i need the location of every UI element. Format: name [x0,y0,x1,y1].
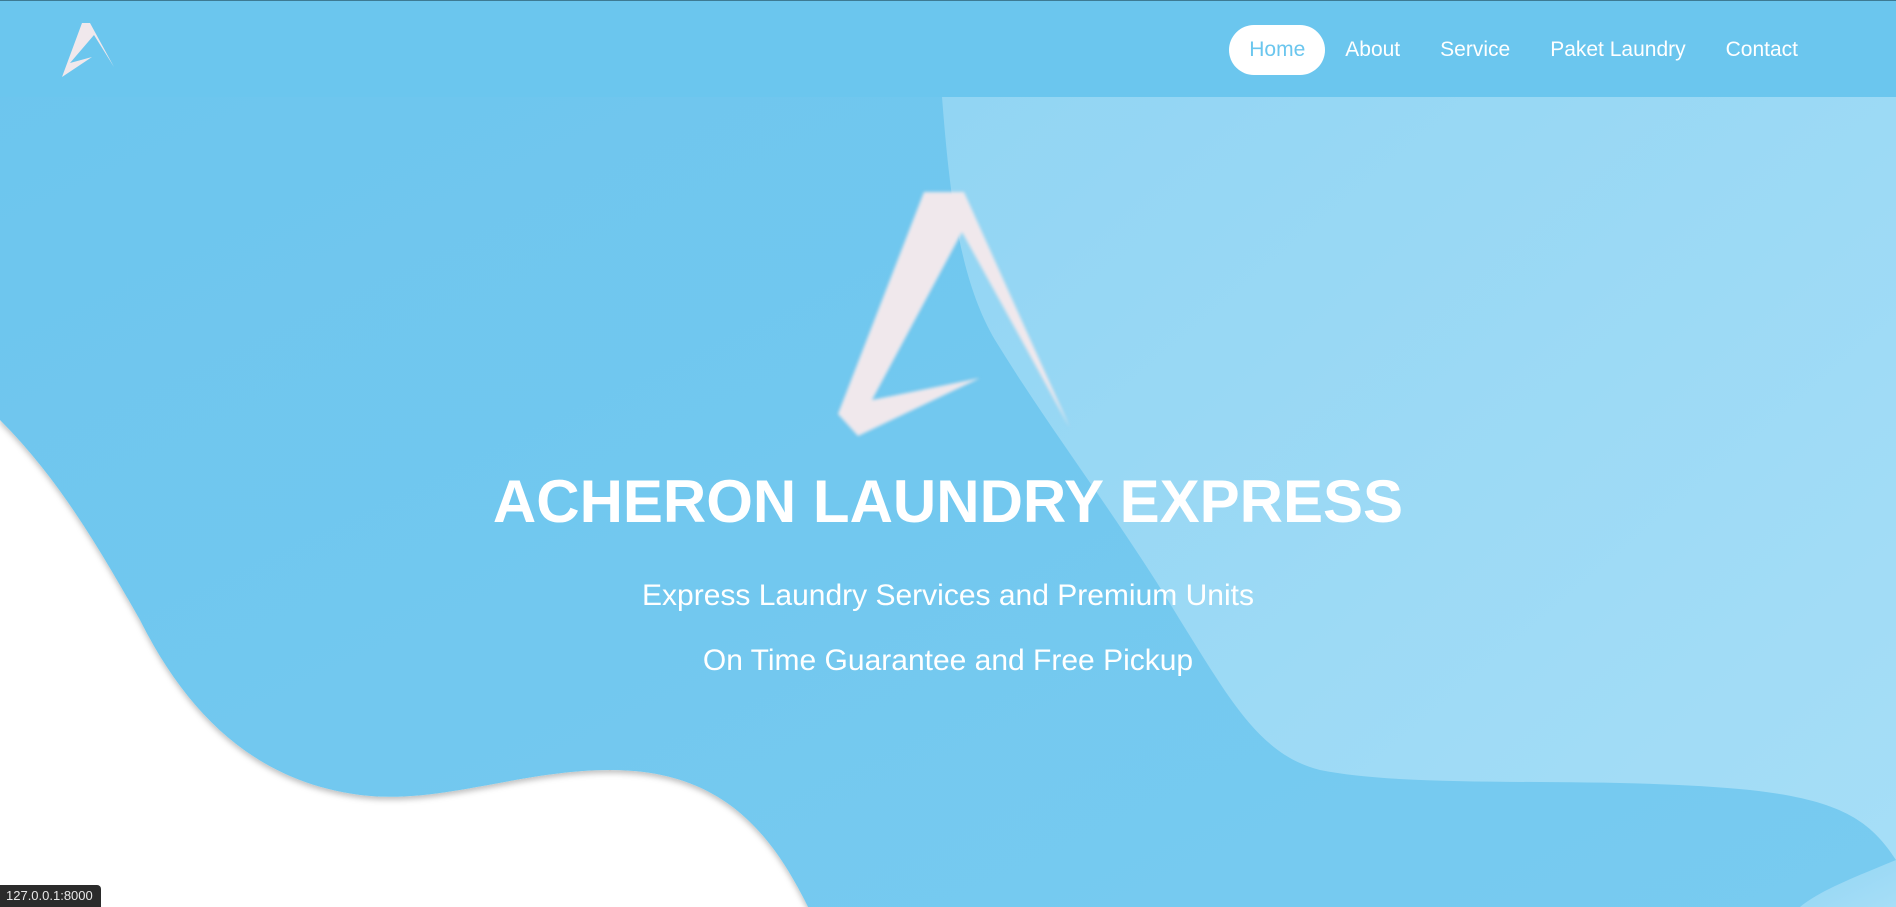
status-url-tooltip: 127.0.0.1:8000 [0,885,101,907]
hero-background [0,0,1896,907]
nav-paket-laundry[interactable]: Paket Laundry [1530,25,1705,75]
hero-subtitle-services: Express Laundry Services and Premium Uni… [642,579,1254,612]
nav-service[interactable]: Service [1420,25,1530,75]
hero-subtitle-guarantee: On Time Guarantee and Free Pickup [702,644,1194,677]
navbar: Home About Service Paket Laundry Contact [0,0,1896,97]
hero-title: ACHERON LAUNDRY EXPRESS [492,468,1404,535]
acheron-logo-icon[interactable] [58,21,116,79]
acheron-hero-logo-icon [838,192,1070,436]
nav-menu: Home About Service Paket Laundry Contact [1229,25,1818,75]
nav-contact[interactable]: Contact [1706,25,1818,75]
nav-about[interactable]: About [1325,25,1420,75]
nav-home[interactable]: Home [1229,25,1326,75]
